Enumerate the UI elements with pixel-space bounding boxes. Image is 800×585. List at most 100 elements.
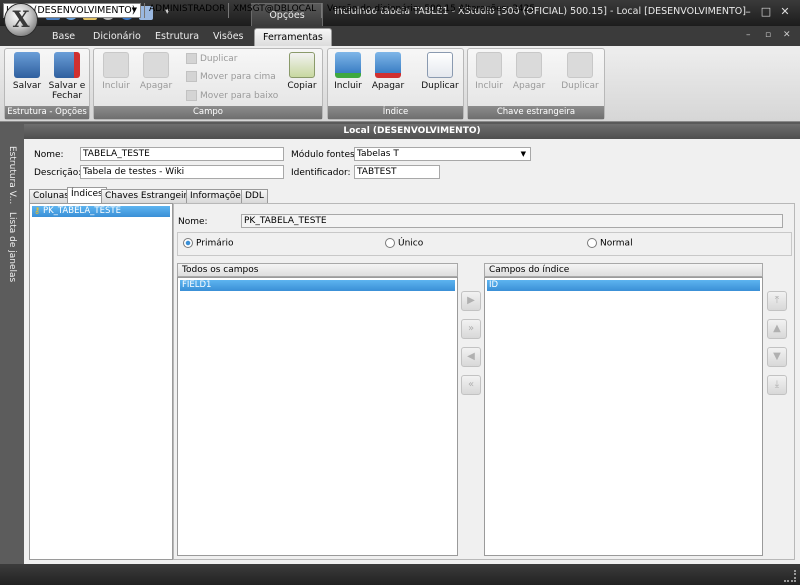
index-type-group (177, 232, 792, 256)
move-bottom-button[interactable]: ⤓ (767, 375, 787, 395)
indice-duplicar-button[interactable]: Duplicar (418, 52, 462, 91)
status-separator (228, 3, 229, 18)
radio-icon (183, 238, 193, 248)
arrow-up-icon (186, 71, 197, 82)
index-nome-label: Nome: (178, 217, 208, 227)
close-button[interactable]: ✕ (777, 5, 793, 19)
descricao-field[interactable]: Tabela de testes - Wiki (80, 165, 284, 179)
mdi-minimize-button[interactable]: – (746, 30, 751, 40)
maximize-button[interactable]: □ (758, 5, 774, 19)
chave-apagar-button[interactable]: Apagar (511, 52, 547, 91)
key-icon: ⚷ (34, 206, 41, 216)
modulo-fontes-select[interactable]: Tabelas T ▼ (354, 147, 531, 161)
move-all-right-button[interactable]: » (461, 319, 481, 339)
arrow-right-icon: ▶ (467, 295, 475, 306)
tab-estrutura[interactable]: Estrutura (147, 28, 207, 46)
salvar-button[interactable]: Salvar (8, 52, 46, 91)
radio-unico[interactable]: Único (385, 238, 423, 249)
mdi-close-button[interactable]: ✕ (783, 30, 791, 40)
document-header: Local (DESENVOLVIMENTO) (24, 124, 800, 139)
move-right-button[interactable]: ▶ (461, 291, 481, 311)
chevron-down-icon: ▼ (520, 150, 526, 158)
list-item[interactable]: FIELD1 (180, 280, 455, 291)
group-label: Campo (94, 106, 322, 119)
tab-visoes[interactable]: Visões (205, 28, 252, 46)
indice-incluir-button[interactable]: Incluir (330, 52, 366, 91)
side-tab-lista-janelas[interactable]: Lista de janelas (7, 212, 17, 282)
chave-incluir-button[interactable]: Incluir (471, 52, 507, 91)
arrow-down-icon (186, 90, 197, 101)
add-field-icon (103, 52, 129, 78)
nome-label: Nome: (34, 150, 64, 160)
tab-ddl[interactable]: DDL (241, 189, 268, 203)
arrow-up-icon: ▲ (773, 323, 781, 334)
radio-icon (385, 238, 395, 248)
indice-apagar-button[interactable]: Apagar (370, 52, 406, 91)
radio-icon (587, 238, 597, 248)
radio-primario[interactable]: Primário (183, 238, 233, 249)
tab-informacoes[interactable]: Informações (186, 189, 250, 203)
tab-base[interactable]: Base (44, 28, 83, 46)
salvar-e-fechar-button[interactable]: Salvar e Fechar (48, 52, 86, 101)
move-down-button[interactable]: ▼ (767, 347, 787, 367)
application-menu-button[interactable]: X (4, 3, 38, 37)
group-label: Chave estrangeira (468, 106, 604, 119)
side-tab-estrutura[interactable]: Estrutura V... (7, 146, 17, 204)
move-up-button[interactable]: ▲ (767, 319, 787, 339)
radio-normal[interactable]: Normal (587, 238, 633, 249)
index-fields-header: Campos do índice (484, 263, 763, 277)
group-label: Estrutura - Opções (5, 106, 89, 119)
identificador-label: Identificador: (291, 168, 351, 178)
resize-grip-icon[interactable] (784, 570, 796, 582)
index-fields-list: ID (484, 277, 763, 556)
arrow-bottom-icon: ⤓ (774, 379, 780, 390)
status-separator (321, 3, 322, 18)
arrow-down-icon: ▼ (773, 351, 781, 362)
identificador-field[interactable]: TABTEST (354, 165, 440, 179)
delete-link-icon (516, 52, 542, 78)
minimize-button[interactable]: – (740, 5, 756, 19)
descricao-label: Descrição: (34, 168, 82, 178)
duplicate-link-icon (567, 52, 593, 78)
copy-icon (289, 52, 315, 78)
modulo-fontes-label: Módulo fontes: (291, 150, 358, 160)
delete-field-icon (143, 52, 169, 78)
arrow-left-icon: ◀ (467, 351, 475, 362)
tab-ferramentas[interactable]: Ferramentas (254, 28, 332, 46)
duplicate-icon (186, 53, 197, 64)
mover-para-baixo-button[interactable]: Mover para baixo (186, 90, 278, 101)
status-user: ADMINISTRADOR (149, 4, 226, 14)
status-database: XMSGT@DBLOCAL (233, 4, 317, 14)
list-item[interactable]: ID (487, 280, 760, 291)
nome-field[interactable]: TABELA_TESTE (80, 147, 284, 161)
add-link-icon (476, 52, 502, 78)
campo-copiar-button[interactable]: Copiar (284, 52, 320, 91)
save-close-icon (54, 52, 80, 78)
delete-index-icon (375, 52, 401, 78)
index-list: ⚷ PK_TABELA_TESTE (29, 203, 173, 560)
mdi-restore-button[interactable]: ▫ (765, 30, 771, 40)
move-all-left-button[interactable]: « (461, 375, 481, 395)
chave-duplicar-button[interactable]: Duplicar (558, 52, 602, 91)
duplicate-index-icon (427, 52, 453, 78)
double-arrow-right-icon: » (467, 323, 475, 334)
status-version: Versão do dicionário: 500.15 Alterações:… (327, 4, 536, 14)
move-top-button[interactable]: ⤒ (767, 291, 787, 311)
campo-apagar-button[interactable]: Apagar (138, 52, 174, 91)
tab-dicionario[interactable]: Dicionário (85, 28, 149, 46)
add-index-icon (335, 52, 361, 78)
campo-incluir-button[interactable]: Incluir (98, 52, 134, 91)
campo-duplicar-button[interactable]: Duplicar (186, 53, 238, 64)
arrow-top-icon: ⤒ (774, 295, 780, 306)
status-bar (0, 564, 800, 585)
group-label: Índice (328, 106, 463, 119)
save-icon (14, 52, 40, 78)
status-separator (144, 3, 145, 18)
all-fields-header: Todos os campos (177, 263, 458, 277)
mover-para-cima-button[interactable]: Mover para cima (186, 71, 276, 82)
double-arrow-left-icon: « (467, 379, 475, 390)
all-fields-list: FIELD1 (177, 277, 458, 556)
list-item[interactable]: ⚷ PK_TABELA_TESTE (32, 206, 170, 217)
index-nome-field[interactable]: PK_TABELA_TESTE (241, 214, 783, 228)
move-left-button[interactable]: ◀ (461, 347, 481, 367)
